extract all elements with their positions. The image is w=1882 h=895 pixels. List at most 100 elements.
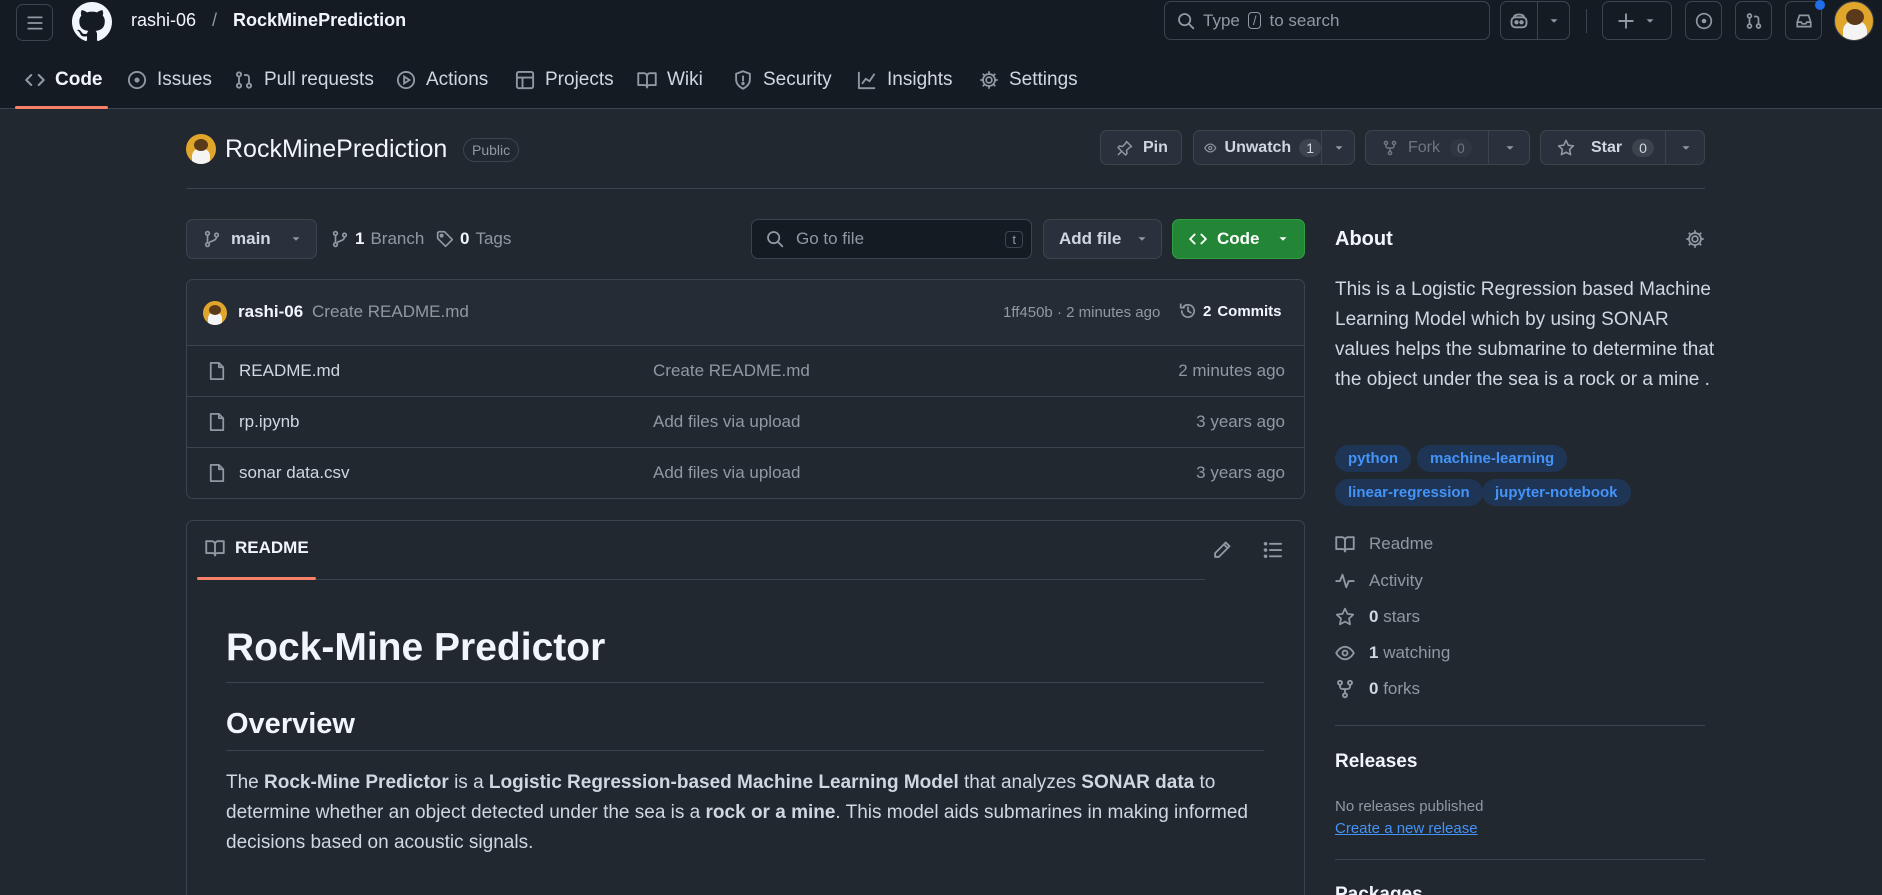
book-icon: [205, 540, 225, 557]
tab-pull-requests[interactable]: Pull requests: [234, 62, 374, 98]
commit-author[interactable]: rashi-06: [238, 302, 303, 322]
readme-tab[interactable]: README: [205, 538, 309, 558]
repo-link[interactable]: RockMinePrediction: [233, 10, 406, 31]
commits-link[interactable]: 2 Commits: [1179, 302, 1282, 320]
tab-wiki-label: Wiki: [667, 69, 703, 90]
file-commit-message[interactable]: Add files via upload: [653, 412, 800, 432]
watching-label: watching: [1383, 643, 1451, 662]
repo-breadcrumb: rashi-06 / RockMinePrediction: [131, 10, 406, 31]
readme-text: that analyzes: [958, 772, 1082, 793]
tab-insights[interactable]: Insights: [857, 62, 952, 98]
file-commit-message[interactable]: Add files via upload: [653, 463, 800, 483]
tab-actions[interactable]: Actions: [396, 62, 488, 98]
pin-button[interactable]: Pin: [1100, 130, 1182, 165]
tab-issues-label: Issues: [157, 69, 212, 90]
menu-button[interactable]: [16, 4, 53, 41]
tags-link[interactable]: 0 Tags: [436, 229, 511, 249]
create-new-button[interactable]: [1602, 1, 1672, 40]
no-releases-text: No releases published: [1335, 798, 1484, 815]
file-row[interactable]: rp.ipynb Add files via upload 3 years ag…: [187, 396, 1305, 447]
outline-button[interactable]: [1263, 540, 1283, 560]
owner-link[interactable]: rashi-06: [131, 10, 196, 31]
tab-settings-label: Settings: [1009, 69, 1078, 90]
tab-actions-label: Actions: [426, 69, 489, 90]
commit-hash-time[interactable]: 1ff450b · 2 minutes ago: [1003, 304, 1160, 321]
file-name[interactable]: rp.ipynb: [239, 412, 299, 432]
repo-title[interactable]: RockMinePrediction: [225, 135, 447, 164]
tab-issues[interactable]: Issues: [127, 62, 212, 98]
topic-tag[interactable]: jupyter-notebook: [1482, 479, 1631, 506]
readme-title-divider: [226, 682, 1264, 683]
tag-icon: [436, 230, 454, 248]
commit-message[interactable]: Create README.md: [312, 302, 469, 322]
releases-heading[interactable]: Releases: [1335, 751, 1417, 773]
book-icon: [637, 72, 657, 89]
star-label: Star: [1591, 138, 1623, 156]
star-button[interactable]: Star 0: [1540, 130, 1705, 165]
chevron-down-icon: [1138, 237, 1146, 241]
topic-tag[interactable]: machine-learning: [1417, 445, 1568, 472]
readme-link[interactable]: Readme: [1335, 534, 1433, 554]
readme-strong: SONAR data: [1081, 772, 1195, 793]
tab-settings[interactable]: Settings: [979, 62, 1078, 98]
file-row[interactable]: README.md Create README.md 2 minutes ago: [187, 345, 1305, 396]
pencil-icon: [1214, 541, 1231, 558]
readme-paragraph: The Rock-Mine Predictor is a Logistic Re…: [226, 768, 1264, 858]
unwatch-count: 1: [1299, 138, 1321, 157]
file-row[interactable]: sonar data.csv Add files via upload 3 ye…: [187, 447, 1305, 498]
tab-security[interactable]: Security: [733, 62, 832, 98]
readme-header-divider: [316, 579, 1205, 580]
user-avatar[interactable]: [1834, 1, 1874, 41]
play-icon: [396, 70, 416, 90]
github-logo-icon[interactable]: [72, 2, 112, 42]
pull-request-icon: [1746, 12, 1761, 29]
pull-requests-button[interactable]: [1735, 1, 1772, 40]
pin-label: Pin: [1143, 138, 1168, 156]
stars-link[interactable]: 0 stars: [1335, 607, 1420, 627]
add-file-label: Add file: [1059, 229, 1122, 248]
tab-projects[interactable]: Projects: [515, 62, 614, 98]
file-time: 2 minutes ago: [1178, 361, 1285, 380]
topic-tag[interactable]: python: [1335, 445, 1411, 472]
tab-code-label: Code: [55, 69, 103, 90]
fork-button[interactable]: Fork 0: [1365, 130, 1530, 165]
add-file-button[interactable]: Add file: [1043, 219, 1162, 259]
create-release-link[interactable]: Create a new release: [1335, 820, 1478, 837]
unwatch-button[interactable]: Unwatch 1: [1193, 130, 1355, 165]
code-button[interactable]: Code: [1172, 219, 1305, 259]
watching-link[interactable]: 1 watching: [1335, 643, 1450, 663]
graph-icon: [857, 71, 876, 90]
star-count: 0: [1632, 138, 1654, 157]
readme-strong: Rock-Mine Predictor: [264, 772, 449, 793]
file-name[interactable]: README.md: [239, 361, 340, 381]
search-input[interactable]: Type / to search: [1164, 1, 1490, 40]
pull-request-icon: [235, 71, 253, 89]
activity-link[interactable]: Activity: [1335, 571, 1423, 591]
eye-icon: [1204, 142, 1217, 153]
edit-readme-button[interactable]: [1212, 540, 1232, 560]
go-to-file-input[interactable]: Go to file t: [751, 219, 1032, 259]
branch-select[interactable]: main: [186, 219, 317, 259]
list-icon: [1263, 541, 1283, 559]
about-settings-button[interactable]: [1685, 229, 1705, 249]
copilot-button[interactable]: [1500, 1, 1570, 40]
gear-icon: [1686, 230, 1704, 248]
fork-count: 0: [1450, 138, 1472, 157]
tab-code[interactable]: Code: [25, 62, 103, 98]
chevron-down-icon: [1682, 145, 1690, 150]
file-name[interactable]: sonar data.csv: [239, 463, 350, 483]
issue-icon: [1695, 12, 1712, 29]
star-icon: [1335, 607, 1355, 626]
code-icon: [1189, 233, 1207, 245]
branch-count-link[interactable]: 1 Branch: [331, 229, 424, 249]
topic-tag[interactable]: linear-regression: [1335, 479, 1483, 506]
packages-heading[interactable]: Packages: [1335, 884, 1423, 895]
branch-icon: [332, 230, 348, 248]
fork-label: Fork: [1408, 138, 1440, 156]
chevron-down-icon: [1506, 145, 1514, 150]
tab-wiki[interactable]: Wiki: [637, 62, 703, 98]
branch-count-label: Branch: [370, 229, 425, 248]
file-commit-message[interactable]: Create README.md: [653, 361, 810, 381]
issues-button[interactable]: [1685, 1, 1722, 40]
forks-link[interactable]: 0 forks: [1335, 679, 1420, 699]
